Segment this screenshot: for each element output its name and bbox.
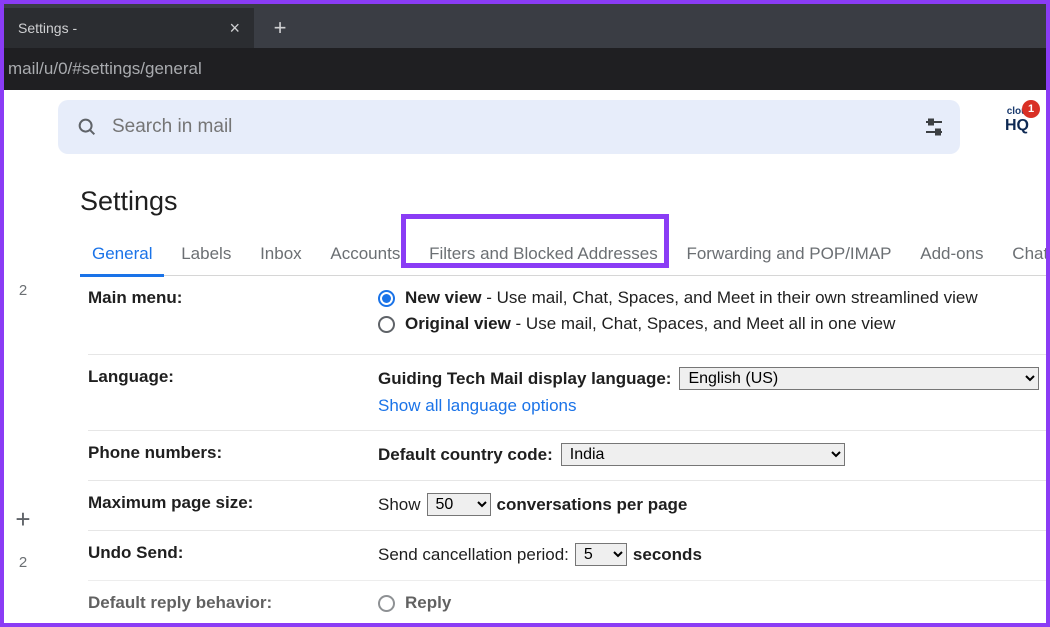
option-name: Original view	[405, 314, 511, 333]
option-name: New view	[405, 288, 482, 307]
row-language: Language: Guiding Tech Mail display lang…	[88, 354, 1046, 430]
page-size-select[interactable]: 50	[427, 493, 491, 516]
tab-forwarding[interactable]: Forwarding and POP/IMAP	[674, 236, 903, 277]
page-content: 2 + 2 clou HQ 1 Settings General Labels …	[4, 90, 1046, 623]
display-language-label: Guiding Tech Mail display language:	[378, 369, 671, 389]
plus-icon[interactable]: +	[4, 504, 42, 535]
undo-prefix: Send cancellation period:	[378, 545, 569, 565]
notification-badge: 1	[1022, 100, 1040, 118]
tab-general[interactable]: General	[80, 236, 164, 277]
row-reply-behavior: Default reply behavior: Reply	[88, 580, 1046, 627]
radio-reply[interactable]: Reply	[378, 593, 1046, 613]
radio-icon	[378, 595, 395, 612]
country-code-select[interactable]: India	[561, 443, 845, 466]
radio-icon	[378, 316, 395, 333]
tune-icon[interactable]	[922, 115, 946, 139]
row-label: Default reply behavior:	[88, 593, 378, 619]
address-text: mail/u/0/#settings/general	[8, 59, 202, 79]
new-tab-button[interactable]: +	[262, 10, 298, 46]
row-label: Language:	[88, 367, 378, 416]
close-icon[interactable]: ×	[229, 18, 240, 39]
settings-tabs: General Labels Inbox Accounts Filters an…	[80, 236, 1046, 276]
row-label: Phone numbers:	[88, 443, 378, 466]
tab-filters[interactable]: Filters and Blocked Addresses	[417, 236, 670, 277]
undo-suffix: seconds	[633, 545, 702, 565]
page-size-suffix: conversations per page	[497, 495, 688, 515]
left-gutter: 2 + 2	[4, 90, 42, 623]
search-bar[interactable]	[58, 100, 960, 154]
page-title: Settings	[80, 186, 178, 217]
row-page-size: Maximum page size: Show 50 conversations…	[88, 480, 1046, 530]
language-select[interactable]: English (US)	[679, 367, 1039, 390]
row-main-menu: Main menu: New view - Use mail, Chat, Sp…	[88, 280, 1046, 354]
search-input[interactable]	[112, 116, 942, 138]
row-undo-send: Undo Send: Send cancellation period: 5 s…	[88, 530, 1046, 580]
settings-rows: Main menu: New view - Use mail, Chat, Sp…	[88, 280, 1046, 627]
row-label: Main menu:	[88, 288, 378, 340]
row-label: Undo Send:	[88, 543, 378, 566]
tab-accounts[interactable]: Accounts	[318, 236, 412, 277]
cloudhq-bottom: HQ	[998, 117, 1036, 135]
radio-new-view[interactable]: New view - Use mail, Chat, Spaces, and M…	[378, 288, 1046, 308]
row-phone: Phone numbers: Default country code: Ind…	[88, 430, 1046, 480]
cloudhq-badge[interactable]: clou HQ 1	[998, 106, 1036, 135]
tab-chat[interactable]: Chat	[1000, 236, 1050, 277]
gutter-number: 2	[4, 554, 42, 571]
gutter-number: 2	[4, 282, 42, 299]
search-icon	[76, 116, 98, 138]
tab-labels[interactable]: Labels	[169, 236, 243, 277]
country-code-label: Default country code:	[378, 445, 553, 465]
option-desc: - Use mail, Chat, Spaces, and Meet in th…	[482, 288, 978, 307]
page-size-prefix: Show	[378, 495, 421, 515]
radio-icon	[378, 290, 395, 307]
row-label: Maximum page size:	[88, 493, 378, 516]
show-all-languages-link[interactable]: Show all language options	[378, 396, 576, 415]
tab-inbox[interactable]: Inbox	[248, 236, 314, 277]
tab-addons[interactable]: Add-ons	[908, 236, 995, 277]
browser-tab[interactable]: Settings - ×	[4, 8, 254, 48]
address-bar[interactable]: mail/u/0/#settings/general	[4, 48, 1046, 90]
option-name: Reply	[405, 593, 451, 613]
tab-title: Settings -	[18, 20, 77, 36]
browser-tab-strip: Settings - × +	[4, 4, 1046, 48]
radio-original-view[interactable]: Original view - Use mail, Chat, Spaces, …	[378, 314, 1046, 334]
tab-title-redacted	[77, 19, 207, 37]
undo-period-select[interactable]: 5	[575, 543, 627, 566]
option-desc: - Use mail, Chat, Spaces, and Meet all i…	[511, 314, 896, 333]
